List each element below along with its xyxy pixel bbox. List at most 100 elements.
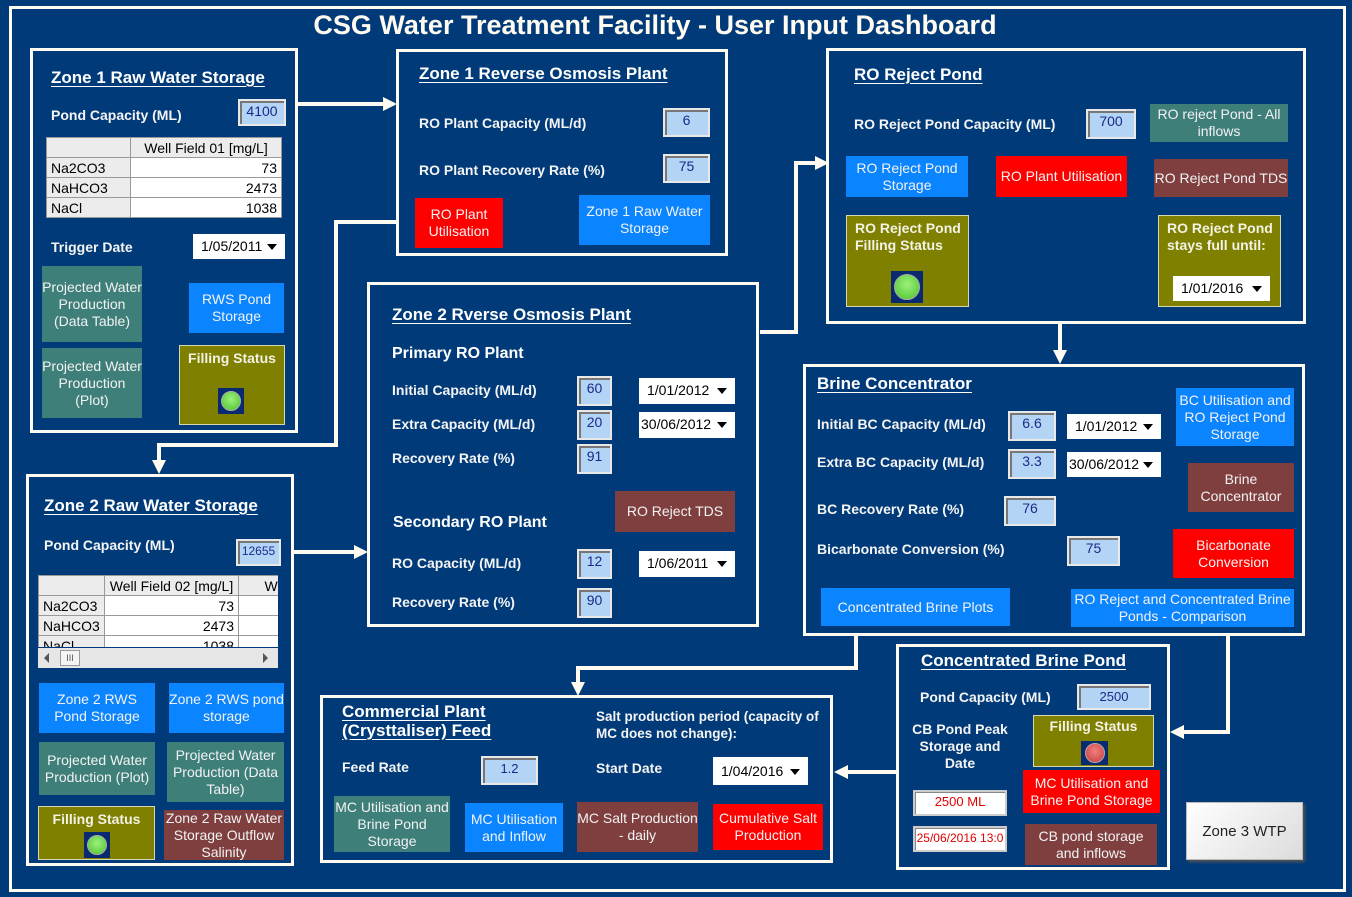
primary-ro-heading: Primary RO Plant xyxy=(392,345,524,362)
sec-capacity-date-dropdown[interactable]: 1/06/2011 xyxy=(639,551,735,577)
ro-reject-tds-button[interactable]: RO Reject Pond TDS xyxy=(1154,159,1288,197)
scroll-right-icon[interactable] xyxy=(263,653,268,663)
extra-bc-date-dropdown[interactable]: 30/06/2012 xyxy=(1067,452,1161,477)
initial-capacity-input[interactable]: 60 xyxy=(577,376,612,406)
ro-plant-utilisation-button-2[interactable]: RO Plant Utilisation xyxy=(996,156,1127,197)
filling-status-indicator xyxy=(84,832,110,858)
sec-recovery-input[interactable]: 90 xyxy=(577,588,612,618)
extra-capacity-input[interactable]: 20 xyxy=(577,410,612,440)
zone1-pwp-table-button[interactable]: Projected Water Production (Data Table) xyxy=(42,266,142,342)
table-header: Well Field 01 [mg/L] xyxy=(130,137,282,158)
extra-bc-label: Extra BC Capacity (ML/d) xyxy=(817,454,985,470)
zone2-rws-pond-storage-button-2[interactable]: Zone 2 RWS pond storage xyxy=(169,683,284,733)
zone2-pond-capacity-input[interactable]: 12655 xyxy=(236,539,281,566)
chevron-down-icon xyxy=(267,244,277,250)
ro-capacity-input[interactable]: 6 xyxy=(663,108,710,137)
table-row: NaCl 1038 xyxy=(46,197,282,218)
arrowhead xyxy=(383,97,397,111)
bicarb-conversion-input[interactable]: 75 xyxy=(1067,536,1120,566)
zone3-wtp-button[interactable]: Zone 3 WTP xyxy=(1186,802,1303,860)
concentrated-brine-plots-button[interactable]: Concentrated Brine Plots xyxy=(821,588,1010,626)
table-horizontal-scrollbar[interactable]: III xyxy=(38,648,278,668)
chevron-down-icon xyxy=(1143,424,1153,430)
commercial-plant-panel: Commercial Plant (Crysttaliser) Feed Sal… xyxy=(320,695,833,863)
zone2-outflow-salinity-button[interactable]: Zone 2 Raw Water Storage Outflow Salinit… xyxy=(164,810,284,860)
sec-recovery-label: Recovery Rate (%) xyxy=(392,594,515,610)
bc-recovery-input[interactable]: 76 xyxy=(1004,496,1056,526)
mc-salt-daily-button[interactable]: MC Salt Production - daily xyxy=(577,802,698,852)
table-header: Well xyxy=(238,575,278,596)
zone2-ro-panel: Zone 2 Rverse Osmosis Plant Primary RO P… xyxy=(367,282,759,627)
ro-reject-all-inflows-button[interactable]: RO reject Pond - All inflows xyxy=(1150,104,1288,142)
sec-capacity-input[interactable]: 12 xyxy=(577,549,612,579)
chevron-down-icon xyxy=(1252,286,1262,292)
zone1-rws-button[interactable]: Zone 1 Raw Water Storage xyxy=(579,195,710,245)
ro-reject-panel: RO Reject Pond RO Reject Pond Capacity (… xyxy=(826,48,1306,324)
chevron-down-icon xyxy=(1143,462,1153,468)
brine-concentrator-button[interactable]: Brine Concentrator xyxy=(1188,463,1294,512)
zone1-ro-title: Zone 1 Reverse Osmosis Plant xyxy=(419,64,668,83)
extra-bc-input[interactable]: 3.3 xyxy=(1008,449,1056,479)
ro-reject-storage-button[interactable]: RO Reject Pond Storage xyxy=(846,156,968,197)
zone2-pwp-table-button[interactable]: Projected Water Production (Data Table) xyxy=(167,742,284,802)
arrow-z2ro-to-reject xyxy=(760,161,818,334)
chevron-down-icon xyxy=(717,561,727,567)
scroll-left-icon[interactable] xyxy=(44,653,49,663)
cb-pond-capacity-input[interactable]: 2500 xyxy=(1077,684,1151,710)
table-row: NaCl 1038 xyxy=(38,635,278,647)
ro-reject-tds-button-2[interactable]: RO Reject TDS xyxy=(615,491,735,532)
filling-status-indicator xyxy=(1081,741,1108,765)
start-date-dropdown[interactable]: 1/04/2016 xyxy=(713,757,808,785)
zone2-pond-capacity-label: Pond Capacity (ML) xyxy=(44,537,175,553)
initial-capacity-label: Initial Capacity (ML/d) xyxy=(392,382,537,398)
red-light-icon xyxy=(1085,743,1105,763)
cb-filling-status: Filling Status xyxy=(1033,715,1154,767)
feed-rate-input[interactable]: 1.2 xyxy=(481,756,538,785)
initial-bc-input[interactable]: 6.6 xyxy=(1008,411,1056,441)
cumulative-salt-button[interactable]: Cumulative Salt Production xyxy=(713,804,823,850)
recovery-rate-input[interactable]: 91 xyxy=(577,444,612,474)
initial-bc-date-dropdown[interactable]: 1/01/2012 xyxy=(1067,414,1161,439)
commercial-title-line2: (Crysttaliser) Feed xyxy=(342,721,492,740)
bc-utilisation-button[interactable]: BC Utilisation and RO Reject Pond Storag… xyxy=(1176,388,1294,446)
rws-pond-storage-button[interactable]: RWS Pond Storage xyxy=(189,283,284,333)
green-light-icon xyxy=(221,391,241,411)
extra-capacity-date-dropdown[interactable]: 30/06/2012 xyxy=(639,412,735,438)
chevron-down-icon xyxy=(790,769,800,775)
cb-pond-panel: Concentrated Brine Pond Pond Capacity (M… xyxy=(896,644,1170,870)
ro-recovery-input[interactable]: 75 xyxy=(663,154,710,183)
mc-util-inflow-button[interactable]: MC Utilisation and Inflow xyxy=(465,803,563,852)
zone1-rws-title: Zone 1 Raw Water Storage xyxy=(51,68,265,87)
arrowhead xyxy=(152,460,166,474)
scroll-thumb[interactable]: III xyxy=(60,650,80,666)
zone1-filling-status: Filling Status xyxy=(179,345,285,425)
cb-storage-inflows-button[interactable]: CB pond storage and inflows xyxy=(1025,824,1157,865)
ro-reject-capacity-input[interactable]: 700 xyxy=(1086,109,1136,139)
bicarbonate-conversion-button[interactable]: Bicarbonate Conversion xyxy=(1173,529,1294,578)
arrow-bc-to-cbpond xyxy=(1180,636,1230,734)
peak-storage-label: CB Pond Peak Storage and Date xyxy=(912,721,1008,771)
zone2-rws-title: Zone 2 Raw Water Storage xyxy=(44,496,258,515)
salt-period-label: Salt production period (capacity of MC d… xyxy=(596,709,819,741)
zone1-pond-capacity-label: Pond Capacity (ML) xyxy=(51,107,182,123)
zone2-rws-pond-storage-button[interactable]: Zone 2 RWS Pond Storage xyxy=(39,683,155,733)
ro-capacity-label: RO Plant Capacity (ML/d) xyxy=(419,115,587,131)
zone1-pond-capacity-input[interactable]: 4100 xyxy=(238,99,286,126)
initial-bc-label: Initial BC Capacity (ML/d) xyxy=(817,416,986,432)
bicarb-conversion-label: Bicarbonate Conversion (%) xyxy=(817,541,1005,557)
trigger-date-dropdown[interactable]: 1/05/2011 xyxy=(193,234,285,259)
mc-util-brine-pond-button[interactable]: MC Utilisation and Brine Pond Storage xyxy=(1023,770,1160,813)
ro-plant-utilisation-button[interactable]: RO Plant Utilisation xyxy=(415,198,503,248)
filling-status-indicator xyxy=(891,271,923,303)
cb-pond-title: Concentrated Brine Pond xyxy=(921,651,1126,670)
feed-rate-label: Feed Rate xyxy=(342,759,409,775)
zone1-pwp-plot-button[interactable]: Projected Water Production (Plot) xyxy=(42,348,142,418)
green-light-icon xyxy=(87,835,107,855)
ponds-comparison-button[interactable]: RO Reject and Concentrated Brine Ponds -… xyxy=(1071,589,1294,627)
initial-capacity-date-dropdown[interactable]: 1/01/2012 xyxy=(639,378,735,404)
mc-util-brine-button[interactable]: MC Utilisation and Brine Pond Storage xyxy=(334,796,450,852)
recovery-rate-label: Recovery Rate (%) xyxy=(392,450,515,466)
zone1-rws-panel: Zone 1 Raw Water Storage Pond Capacity (… xyxy=(30,48,298,433)
stays-full-date-dropdown[interactable]: 1/01/2016 xyxy=(1173,276,1270,301)
zone2-pwp-plot-button[interactable]: Projected Water Production (Plot) xyxy=(39,742,155,795)
